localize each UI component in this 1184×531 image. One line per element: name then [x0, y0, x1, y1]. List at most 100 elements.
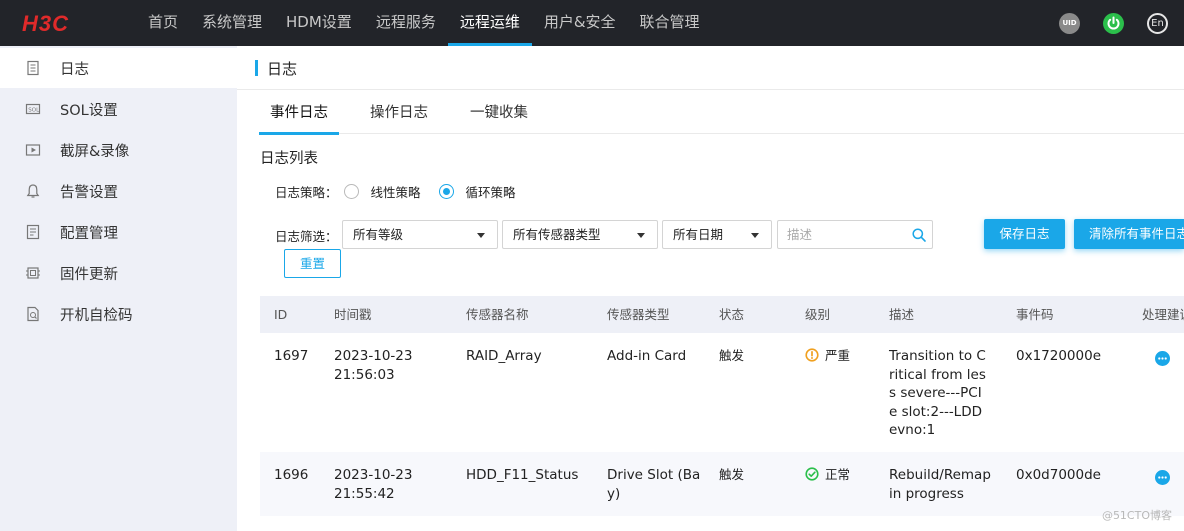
more-options-icon[interactable]: [1155, 351, 1170, 366]
description-search: [777, 220, 933, 249]
sidebar-item-label: 日志: [60, 61, 89, 78]
nav-system-management[interactable]: 系统管理: [190, 0, 274, 46]
cell-sensor-name: RAID_Array: [466, 348, 542, 364]
sidebar-item-sol-settings[interactable]: SOL SOL设置: [0, 89, 237, 129]
table-row[interactable]: 1696 2023-10-23 21:55:42 HDD_F11_Status …: [260, 452, 1184, 516]
column-header-sensor-name[interactable]: 传感器名称: [466, 296, 529, 333]
cell-id: 1697: [274, 348, 309, 364]
sidebar-item-firmware-update[interactable]: 固件更新: [0, 253, 237, 293]
sidebar-item-config-management[interactable]: 配置管理: [0, 212, 237, 252]
bell-icon: [26, 184, 40, 198]
column-header-description[interactable]: 描述: [889, 296, 914, 333]
cell-timestamp-time: 21:55:42: [334, 485, 395, 502]
chevron-down-icon: [477, 233, 485, 238]
circular-policy-label[interactable]: 循环策略: [466, 182, 516, 201]
warning-circle-icon: [805, 348, 819, 362]
radio-circular-policy[interactable]: [438, 183, 454, 199]
cell-description: Transition to Critical from less severe-…: [889, 348, 986, 438]
title-accent-bar: [255, 60, 258, 76]
sidebar: 日志 SOL SOL设置 截屏&录像 告警设置 配置管理 固件更新 开机自检码: [0, 46, 237, 531]
cell-timestamp-date: 2023-10-23: [334, 467, 413, 483]
nav-remote-services[interactable]: 远程服务: [364, 0, 448, 46]
column-header-level[interactable]: 级别: [805, 296, 830, 333]
sidebar-item-label: 告警设置: [60, 184, 118, 201]
log-icon: [27, 60, 39, 76]
config-icon: [26, 224, 40, 240]
search-icon[interactable]: [911, 227, 927, 243]
tab-one-click-collect[interactable]: 一键收集: [459, 96, 539, 134]
cell-timestamp: 2023-10-23 21:56:03: [334, 347, 412, 384]
chevron-down-icon: [637, 233, 645, 238]
nav-users-security[interactable]: 用户&安全: [532, 0, 628, 46]
save-log-button[interactable]: 保存日志: [984, 219, 1065, 249]
log-policy-row: 日志策略： 线性策略 循环策略: [275, 180, 516, 202]
sidebar-item-screenshot-recording[interactable]: 截屏&录像: [0, 130, 237, 170]
cell-timestamp-time: 21:56:03: [334, 366, 395, 383]
cell-timestamp-date: 2023-10-23: [334, 348, 413, 364]
cell-level-text: 正常: [825, 467, 851, 482]
main-content: 日志 事件日志 操作日志 一键收集 日志列表 日志策略： 线性策略 循环策略 日…: [237, 46, 1184, 531]
nav-federated-management[interactable]: 联合管理: [628, 0, 712, 46]
linear-policy-label[interactable]: 线性策略: [371, 182, 421, 201]
column-header-sensor-type[interactable]: 传感器类型: [607, 296, 670, 333]
sidebar-item-label: 开机自检码: [60, 307, 133, 324]
page-title: 日志: [267, 60, 298, 78]
column-header-suggestion[interactable]: 处理建议: [1142, 296, 1184, 333]
check-circle-icon: [805, 467, 819, 481]
column-header-event-code[interactable]: 事件码: [1016, 296, 1054, 333]
uid-button[interactable]: UID: [1059, 13, 1080, 34]
log-filter-label: 日志筛选：: [275, 229, 338, 244]
h3c-logo[interactable]: H3C: [22, 10, 94, 36]
power-icon[interactable]: [1103, 13, 1124, 34]
column-header-id[interactable]: ID: [274, 296, 287, 333]
level-select[interactable]: 所有等级: [342, 220, 498, 249]
reset-button[interactable]: 重置: [284, 249, 341, 278]
cell-timestamp: 2023-10-23 21:55:42: [334, 466, 412, 503]
cell-level: 严重: [805, 347, 850, 366]
column-header-timestamp[interactable]: 时间戳: [334, 296, 372, 333]
sidebar-item-label: 配置管理: [60, 225, 118, 242]
cell-event-code: 0x1720000e: [1016, 348, 1102, 364]
sidebar-item-post-code[interactable]: 开机自检码: [0, 294, 237, 334]
tab-event-log[interactable]: 事件日志: [259, 96, 339, 135]
level-select-value: 所有等级: [353, 227, 404, 242]
sidebar-item-label: 固件更新: [60, 266, 118, 283]
cell-description: Rebuild/Remap in progress: [889, 467, 991, 502]
sensor-type-select-value: 所有传感器类型: [513, 227, 601, 242]
sidebar-item-alarm-settings[interactable]: 告警设置: [0, 171, 237, 211]
video-icon: [25, 144, 41, 156]
nav-remote-maintenance[interactable]: 远程运维: [447, 0, 532, 46]
svg-text:H3C: H3C: [22, 11, 69, 36]
main-nav: 首页 系统管理 HDM设置 远程服务 远程运维 用户&安全 联合管理: [136, 0, 712, 46]
table-header: ID 时间戳 传感器名称 传感器类型 状态 级别 描述 事件码 处理建议: [260, 296, 1184, 333]
sensor-type-select[interactable]: 所有传感器类型: [502, 220, 658, 249]
tab-operation-log[interactable]: 操作日志: [359, 96, 439, 134]
clear-all-event-logs-button[interactable]: 清除所有事件日志: [1074, 219, 1184, 249]
cell-id: 1696: [274, 467, 309, 483]
cell-level: 正常: [805, 466, 850, 485]
post-code-icon: [27, 306, 39, 322]
nav-home[interactable]: 首页: [136, 0, 190, 46]
sidebar-item-log[interactable]: 日志: [0, 48, 237, 88]
column-header-state[interactable]: 状态: [719, 296, 744, 333]
description-search-input[interactable]: [778, 221, 906, 248]
language-button[interactable]: En: [1147, 13, 1168, 34]
log-policy-label: 日志策略：: [275, 184, 338, 200]
nav-hdm-settings[interactable]: HDM设置: [274, 0, 364, 46]
more-options-icon[interactable]: [1155, 470, 1170, 485]
cell-level-text: 严重: [825, 348, 851, 363]
sidebar-item-label: 截屏&录像: [60, 143, 130, 160]
cell-state: 触发: [719, 467, 745, 482]
cell-state: 触发: [719, 348, 745, 363]
radio-linear-policy[interactable]: [343, 183, 359, 199]
watermark: @51CTO博客: [1101, 509, 1172, 522]
section-title: 日志列表: [260, 151, 318, 167]
table-row[interactable]: 1697 2023-10-23 21:56:03 RAID_Array Add-…: [260, 333, 1184, 452]
page-header: 日志: [237, 46, 1184, 90]
date-select[interactable]: 所有日期: [662, 220, 772, 249]
cell-sensor-name: HDD_F11_Status: [466, 467, 579, 483]
cell-sensor-type: Drive Slot (Bay): [607, 467, 701, 502]
top-navigation-bar: H3C 首页 系统管理 HDM设置 远程服务 远程运维 用户&安全 联合管理 U…: [0, 0, 1184, 46]
sidebar-item-label: SOL设置: [60, 102, 118, 119]
cell-sensor-type: Add-in Card: [607, 348, 687, 364]
